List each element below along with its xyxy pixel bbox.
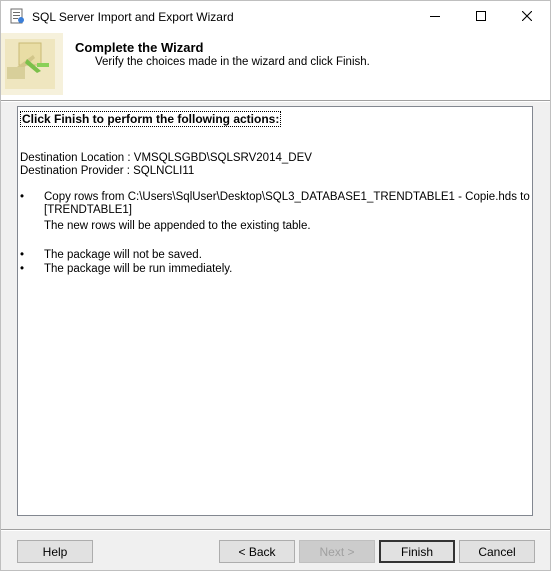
- destination-location: Destination Location : VMSQLSGBD\SQLSRV2…: [20, 152, 312, 164]
- maximize-button[interactable]: [458, 1, 504, 33]
- header-subtitle: Verify the choices made in the wizard an…: [95, 56, 370, 68]
- help-button[interactable]: Help: [17, 540, 93, 563]
- bullet-icon: •: [20, 249, 25, 261]
- header-divider-highlight: [1, 101, 550, 102]
- summary-textbox[interactable]: Click Finish to perform the following ac…: [17, 106, 533, 516]
- action-copy-rows: Copy rows from C:\Users\SqlUser\Desktop\…: [44, 191, 533, 203]
- action-package-not-saved: The package will not be saved.: [44, 249, 202, 261]
- summary-heading: Click Finish to perform the following ac…: [20, 111, 282, 127]
- wizard-header: Complete the Wizard Verify the choices m…: [1, 33, 550, 100]
- close-button[interactable]: [504, 1, 550, 33]
- wizard-header-graphic: [1, 33, 63, 95]
- back-button[interactable]: < Back: [219, 540, 295, 563]
- action-append-note: The new rows will be appended to the exi…: [44, 220, 311, 232]
- finish-button[interactable]: Finish: [379, 540, 455, 563]
- action-run-immediately: The package will be run immediately.: [44, 263, 233, 275]
- maximize-icon: [476, 10, 486, 24]
- title-bar[interactable]: SQL Server Import and Export Wizard: [1, 1, 550, 33]
- action-copy-rows-target: [TRENDTABLE1]: [44, 204, 132, 216]
- window-title: SQL Server Import and Export Wizard: [32, 10, 234, 24]
- next-button: Next >: [299, 540, 375, 563]
- bullet-icon: •: [20, 263, 25, 275]
- minimize-icon: [430, 10, 440, 24]
- bullet-icon: •: [20, 191, 25, 203]
- footer-divider-highlight: [1, 530, 550, 531]
- wizard-window: SQL Server Import and Export Wizard Comp…: [0, 0, 551, 571]
- header-title: Complete the Wizard: [75, 40, 204, 55]
- cancel-button[interactable]: Cancel: [459, 540, 535, 563]
- wizard-app-icon: [9, 8, 25, 24]
- destination-provider: Destination Provider : SQLNCLI11: [20, 165, 195, 177]
- close-icon: [521, 10, 533, 24]
- summary-content: Click Finish to perform the following ac…: [20, 109, 533, 513]
- minimize-button[interactable]: [412, 1, 458, 33]
